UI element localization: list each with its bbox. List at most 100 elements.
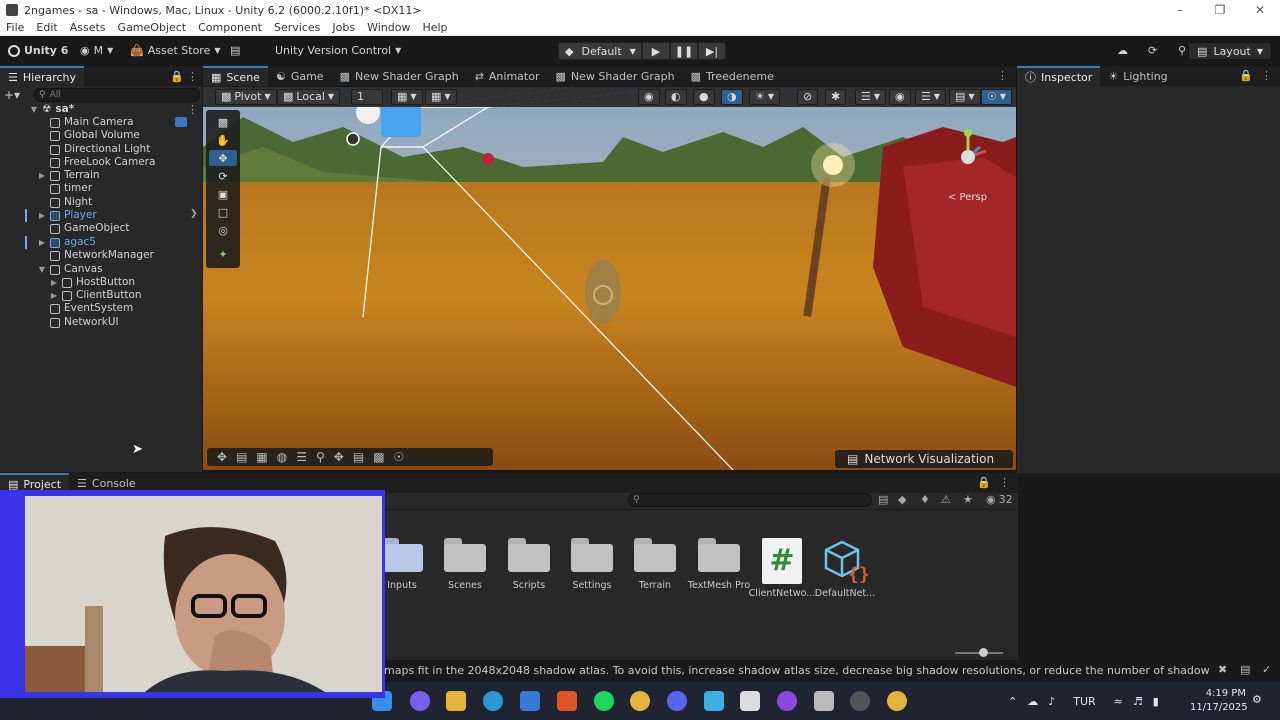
- audio-toggle[interactable]: ⊘: [797, 89, 819, 105]
- cloud-button[interactable]: ☁: [1117, 41, 1128, 61]
- cloud-sync-icon[interactable]: ☁: [1027, 695, 1038, 708]
- hierarchy-item[interactable]: NetworkUI: [38, 316, 119, 329]
- filter-label-icon[interactable]: ◆: [898, 493, 906, 506]
- hierarchy-item[interactable]: Night: [38, 196, 92, 209]
- tab-treedeneme[interactable]: ▩ Treedeneme: [683, 66, 782, 86]
- speaker-icon[interactable]: ♬: [1133, 695, 1143, 708]
- project-item-folder[interactable]: Scripts: [493, 538, 565, 591]
- shaded-button[interactable]: ●: [693, 89, 715, 105]
- tab-inspector[interactable]: ⓘ Inspector: [1017, 66, 1101, 86]
- menu-edit[interactable]: Edit: [30, 21, 63, 34]
- menu-file[interactable]: File: [0, 21, 30, 34]
- hierarchy-item[interactable]: FreeLook Camera: [38, 156, 155, 169]
- kebab-menu-icon[interactable]: ⋮: [1257, 66, 1280, 86]
- search-button[interactable]: ⚲: [1178, 41, 1186, 61]
- grid-icon[interactable]: ▦: [256, 450, 267, 464]
- chevron-down-icon[interactable]: ▼: [38, 263, 46, 276]
- history-button[interactable]: ⟳: [1148, 41, 1157, 61]
- layout-dropdown[interactable]: ▤ Layout ▼: [1188, 42, 1272, 60]
- spotify-icon[interactable]: [594, 691, 614, 711]
- hierarchy-item[interactable]: timer: [38, 182, 92, 195]
- tag-icon[interactable]: ♦: [920, 493, 930, 506]
- chevron-right-icon[interactable]: ▶: [50, 276, 58, 289]
- project-item-folder[interactable]: Settings: [556, 538, 628, 591]
- hierarchy-item[interactable]: ▶ HostButton: [50, 276, 135, 289]
- hierarchy-item[interactable]: ▶ ClientButton: [50, 289, 142, 302]
- app-icon[interactable]: [704, 691, 724, 711]
- close-icon[interactable]: ✕: [1240, 0, 1280, 20]
- unity-account-button[interactable]: Unity 6: [8, 41, 68, 61]
- hierarchy-search-input[interactable]: ⚲ All: [34, 88, 200, 102]
- effects-toggle[interactable]: ✱: [825, 89, 847, 105]
- project-item-folder[interactable]: Scenes: [429, 538, 501, 591]
- scene-viewport[interactable]: [203, 87, 1016, 470]
- snap-increment-button[interactable]: ▦ ▼: [391, 89, 423, 105]
- draw-mode-button[interactable]: ◐: [665, 89, 687, 105]
- chevron-right-icon[interactable]: ▶: [38, 236, 46, 249]
- hierarchy-item[interactable]: Global Volume: [38, 129, 140, 142]
- chrome-profile-icon[interactable]: [887, 691, 907, 711]
- star-icon[interactable]: ★: [963, 493, 973, 506]
- scene-root-row[interactable]: ▼ ☢ sa*: [30, 103, 74, 116]
- file-explorer-icon[interactable]: [446, 691, 466, 711]
- rect-tool-icon[interactable]: □: [209, 204, 237, 220]
- layers-icon[interactable]: ☰: [296, 450, 307, 464]
- project-search-input[interactable]: ⚲: [628, 493, 872, 507]
- compass-icon[interactable]: ☉: [394, 450, 405, 464]
- menu-assets[interactable]: Assets: [64, 21, 112, 34]
- battery-icon[interactable]: ▮: [1153, 695, 1159, 708]
- hierarchy-item[interactable]: ▼ Canvas: [38, 263, 103, 276]
- project-item-asset[interactable]: {} DefaultNet...: [809, 538, 881, 599]
- pause-button[interactable]: ❚❚: [670, 42, 698, 60]
- tab-hierarchy[interactable]: ☰ Hierarchy: [0, 66, 85, 86]
- lock-icon[interactable]: 🔒: [1235, 66, 1257, 86]
- scene-gizmo[interactable]: [950, 125, 1000, 175]
- status-message[interactable]: maps fit in the 2048x2048 shadow atlas. …: [384, 664, 1214, 677]
- version-control-dropdown[interactable]: Unity Version Control ▼: [275, 41, 401, 61]
- packages-button[interactable]: ▤: [230, 41, 240, 61]
- hidden-count[interactable]: ◉ 32: [986, 493, 1013, 506]
- chevron-right-icon[interactable]: ▶: [38, 169, 46, 182]
- menu-window[interactable]: Window: [361, 21, 416, 34]
- hierarchy-item[interactable]: GameObject: [38, 222, 129, 235]
- minimize-icon[interactable]: –: [1160, 0, 1200, 20]
- menu-help[interactable]: Help: [416, 21, 453, 34]
- layers-button[interactable]: ☰ ▼: [855, 89, 887, 105]
- wifi-icon[interactable]: ≈: [1114, 695, 1123, 708]
- chevron-up-icon[interactable]: ⌃: [1008, 695, 1017, 708]
- lit-button[interactable]: ◑: [721, 89, 743, 105]
- hierarchy-item[interactable]: ▶ Player: [38, 209, 97, 222]
- build-profile-dropdown[interactable]: ◆ Default ▼: [558, 42, 642, 60]
- discord-icon[interactable]: [667, 691, 687, 711]
- account-dropdown[interactable]: ◉ M ▼: [80, 41, 113, 61]
- camera-icon[interactable]: ▩: [373, 450, 384, 464]
- github-desktop-icon[interactable]: [777, 691, 797, 711]
- gizmos-button[interactable]: ☉ ▼: [981, 89, 1013, 105]
- hierarchy-item[interactable]: ▶ Terrain: [38, 169, 100, 182]
- pivot-dropdown[interactable]: ▩ Pivot ▼: [215, 89, 277, 105]
- unity-editor-icon[interactable]: [814, 691, 834, 711]
- camera-settings-button[interactable]: ▤ ▼: [949, 89, 981, 105]
- unity-hub-icon[interactable]: [740, 691, 760, 711]
- hierarchy-item[interactable]: ▶ agac5: [38, 236, 96, 249]
- network-visualization-button[interactable]: ▤ Network Visualization: [835, 450, 1013, 468]
- scene-kebab-icon[interactable]: ⋮: [187, 103, 198, 116]
- view-tool-icon[interactable]: ▩: [209, 114, 237, 130]
- hierarchy-item[interactable]: NetworkManager: [38, 249, 154, 262]
- hierarchy-item[interactable]: Directional Light: [38, 143, 150, 156]
- menu-jobs[interactable]: Jobs: [326, 21, 361, 34]
- snap-value-field[interactable]: 1: [351, 89, 383, 105]
- hierarchy-item[interactable]: Main Camera: [38, 116, 134, 129]
- hierarchy-item[interactable]: EventSystem: [38, 302, 133, 315]
- menu-component[interactable]: Component: [192, 21, 268, 34]
- kebab-menu-icon[interactable]: ⋮: [989, 66, 1016, 86]
- custom-tool-icon[interactable]: ✦: [209, 246, 237, 262]
- layers-visibility-button[interactable]: ☰ ▼: [915, 89, 947, 105]
- copilot-icon[interactable]: [410, 691, 430, 711]
- orientation-button[interactable]: ◉: [638, 89, 660, 105]
- alert-icon[interactable]: ⚠: [941, 493, 951, 506]
- clock[interactable]: 4:19 PM 11/17/2025: [1190, 687, 1248, 715]
- screen-icon[interactable]: ▤: [353, 450, 364, 464]
- chrome-icon[interactable]: [630, 691, 650, 711]
- project-item-folder[interactable]: TextMesh Pro: [683, 538, 755, 591]
